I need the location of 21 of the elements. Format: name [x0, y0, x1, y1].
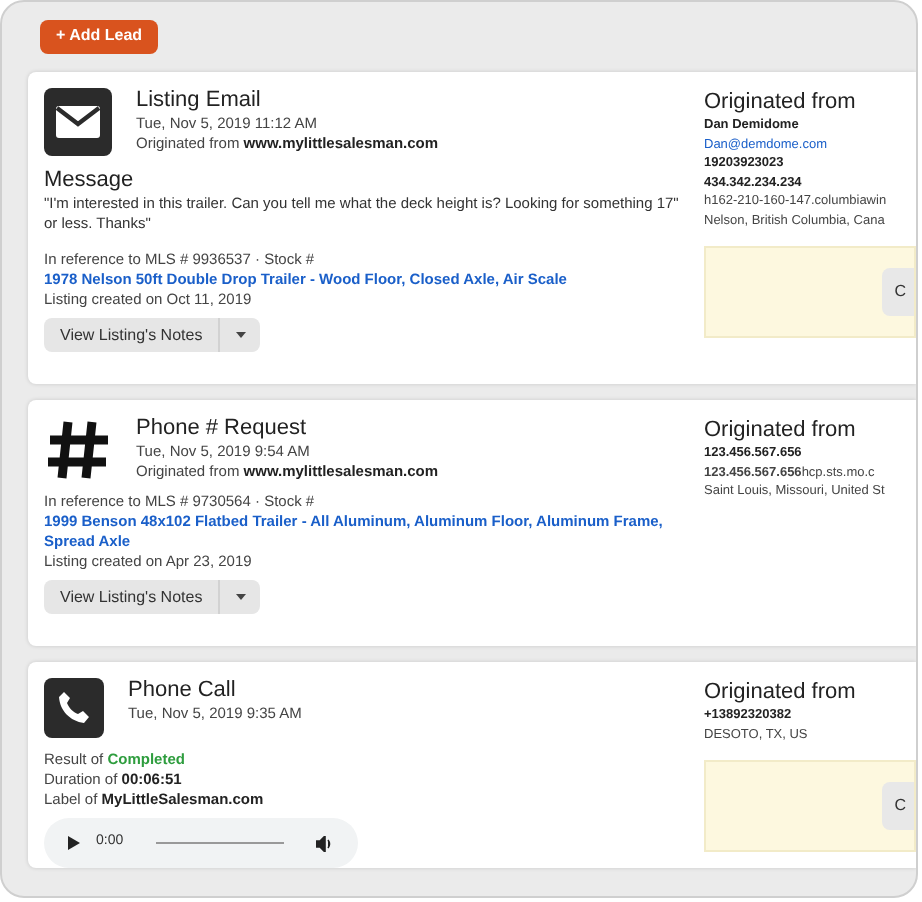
note-button[interactable]: C [882, 268, 914, 316]
envelope-icon [44, 88, 112, 156]
originated-heading: Originated from [704, 88, 858, 116]
volume-icon[interactable] [316, 835, 334, 851]
phone-icon [44, 678, 104, 738]
originated-heading: Originated from [704, 678, 858, 706]
add-lead-button[interactable]: + Add Lead [40, 19, 159, 53]
hash-icon [44, 416, 112, 484]
dropdown-button[interactable] [220, 318, 261, 352]
play-icon[interactable] [68, 836, 80, 850]
caret-icon [235, 594, 246, 600]
originated-heading: Originated from [704, 416, 858, 444]
lead-title: Phone # Request [136, 416, 309, 442]
note-button[interactable]: C [882, 782, 914, 830]
caret-icon [235, 332, 246, 338]
notes-button[interactable]: View Listing's Notes [44, 318, 221, 352]
message-heading: Message [44, 168, 136, 194]
notes-button[interactable]: View Listing's Notes [44, 580, 221, 614]
dropdown-button[interactable] [220, 580, 261, 614]
lead-title: Listing Email [136, 88, 263, 114]
lead-title: Phone Call [128, 678, 238, 704]
